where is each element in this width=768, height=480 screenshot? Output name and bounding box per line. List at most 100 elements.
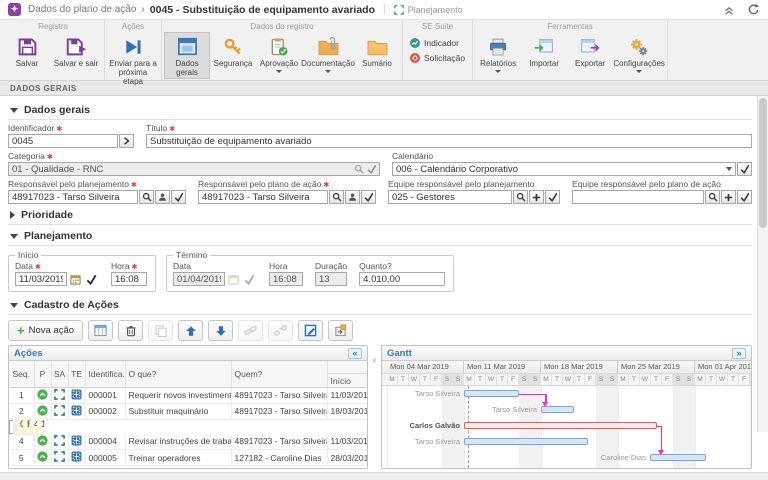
calendario-select[interactable]: 006 - Calendário Corporativo	[392, 162, 736, 176]
panel-splitter[interactable]: ‹	[368, 345, 381, 469]
edit-action-button[interactable]	[298, 320, 323, 341]
table-row[interactable]: 3 000003 Revisar política de mantenção 4…	[9, 420, 34, 434]
equipe-plano-input[interactable]	[572, 190, 704, 204]
inicio-hora-input[interactable]	[111, 272, 147, 286]
breadcrumb[interactable]: Dados do plano de ação	[28, 4, 136, 15]
documentacao-button[interactable]: Documentação	[302, 32, 354, 75]
apply-check-icon	[367, 164, 377, 174]
priority-icon	[37, 451, 48, 462]
copy-icon	[154, 324, 167, 337]
gantt-day-label: T	[398, 374, 409, 385]
resp-planejamento-user-button[interactable]	[155, 190, 170, 204]
titulo-input[interactable]	[146, 134, 752, 148]
section-dados-gerais[interactable]: Dados gerais	[8, 100, 752, 120]
tab-dados-gerais[interactable]: DADOS GERAIS	[10, 84, 77, 93]
table-row[interactable]: 1 000001 Requerir novos investimentos 48…	[9, 387, 367, 403]
resp-planejamento-search-button[interactable]	[139, 190, 154, 204]
workflow-step-label: Planejamento	[408, 5, 463, 15]
table-row[interactable]: 2 000002 Substituir maquinário 48917023 …	[9, 403, 367, 419]
aprovacao-button[interactable]: Aprovação	[256, 32, 302, 75]
col-identificador[interactable]: Identifica...	[85, 361, 125, 387]
vertical-scrollbar[interactable]	[757, 96, 768, 432]
configuracoes-button[interactable]: Configurações	[613, 32, 665, 75]
delete-action-button[interactable]	[118, 320, 143, 341]
dados-gerais-button[interactable]: Dados gerais	[164, 32, 210, 79]
gantt-bar[interactable]	[541, 406, 574, 413]
move-up-button[interactable]	[178, 320, 203, 341]
col-p[interactable]: P	[34, 361, 51, 387]
section-prioridade[interactable]: Prioridade	[8, 205, 752, 225]
resp-planejamento-apply-button[interactable]	[171, 190, 186, 204]
equipe-plano-add-button[interactable]	[721, 190, 736, 204]
resp-plano-user-button[interactable]	[345, 190, 360, 204]
save-icon	[17, 35, 38, 58]
cell-p	[34, 387, 51, 403]
salvar-button[interactable]: Salvar	[4, 32, 50, 70]
clipboard-check-icon	[269, 35, 289, 58]
resp-planejamento-input[interactable]	[8, 190, 138, 204]
equipe-planejamento-apply-button[interactable]	[545, 190, 560, 204]
collapse-triangle-icon	[10, 303, 18, 308]
collapse-toolbar-icon[interactable]	[723, 4, 735, 16]
equipe-plano-apply-button[interactable]	[737, 190, 752, 204]
resp-plano-apply-button[interactable]	[361, 190, 376, 204]
col-quem[interactable]: Quem?	[231, 361, 327, 387]
identificador-expand-button[interactable]	[119, 134, 134, 148]
calendario-apply-button[interactable]	[737, 162, 752, 176]
exportar-button[interactable]: Exportar	[567, 32, 613, 70]
col-te[interactable]: TE	[68, 361, 85, 387]
gantt-bar[interactable]	[650, 454, 706, 461]
table-row[interactable]: 5 000005 Treinar operadores 127182 - Car…	[9, 450, 367, 466]
termino-hora-input	[269, 272, 303, 286]
seguranca-button[interactable]: Segurança	[210, 32, 256, 70]
splitter-collapse-icon[interactable]: ‹	[373, 355, 376, 365]
section-cadastro-acoes[interactable]: Cadastro de Ações	[8, 295, 752, 315]
gantt-day-label: T	[475, 374, 486, 385]
equipe-planejamento-add-button[interactable]	[529, 190, 544, 204]
table-row[interactable]: 4 000004 Revisar instruções de trabalho …	[9, 434, 367, 450]
expand-triangle-icon	[10, 211, 15, 219]
scrollbar-thumb[interactable]	[759, 98, 767, 228]
associate-action-button[interactable]	[328, 320, 353, 341]
expand-panel-button[interactable]: »	[732, 348, 746, 359]
grid-icon	[94, 324, 107, 337]
gantt-bar[interactable]	[464, 422, 657, 429]
action-grid-button[interactable]	[88, 320, 113, 341]
col-o-que[interactable]: O que?	[125, 361, 231, 387]
col-sa[interactable]: SA	[51, 361, 68, 387]
resp-plano-input[interactable]	[198, 190, 328, 204]
col-inicio[interactable]: Início	[327, 361, 367, 387]
col-seq[interactable]: Seq.	[9, 361, 34, 387]
section-planejamento[interactable]: Planejamento	[8, 226, 752, 246]
relatorios-button[interactable]: Relatórios	[475, 32, 521, 75]
inicio-calendar-button[interactable]	[68, 272, 83, 286]
gantt-bar[interactable]	[464, 438, 588, 445]
move-down-button[interactable]	[208, 320, 233, 341]
enviar-proxima-etapa-button[interactable]: Enviar para a próxima etapa	[107, 32, 159, 89]
nova-acao-button[interactable]: +Nova ação	[8, 320, 83, 341]
resp-plano-search-button[interactable]	[329, 190, 344, 204]
cell-what: Treinar operadores	[125, 450, 231, 466]
inicio-data-input[interactable]	[15, 272, 67, 286]
identificador-input[interactable]	[8, 134, 118, 148]
solicitacao-button[interactable]: Solicitação	[410, 53, 465, 63]
ribbon-group-label: SE Suite	[403, 20, 472, 32]
importar-button[interactable]: Importar	[521, 32, 567, 70]
inicio-apply-button[interactable]	[84, 272, 99, 286]
equipe-planejamento-input[interactable]	[388, 190, 512, 204]
resp-plano-label: Responsável pelo plano de ação✱	[198, 179, 376, 189]
collapse-panel-button[interactable]: «	[348, 348, 362, 359]
sumario-button[interactable]: Sumário	[354, 32, 400, 70]
plus-icon: +	[17, 326, 25, 336]
gantt-chart-body[interactable]: Tarso SilveiraTarso SilveiraCarlos Galvã…	[382, 386, 751, 468]
apply-check-icon	[364, 192, 374, 202]
equipe-planejamento-search-button[interactable]	[513, 190, 528, 204]
titlebar: ✦ Dados do plano de ação › 0045 - Substi…	[0, 0, 768, 20]
gantt-bar[interactable]	[464, 390, 519, 397]
salvar-e-sair-button[interactable]: Salvar e sair	[50, 32, 102, 70]
indicador-button[interactable]: Indicador	[410, 38, 465, 48]
workflow-icon	[394, 5, 404, 15]
equipe-plano-search-button[interactable]	[705, 190, 720, 204]
printer-icon	[488, 35, 508, 58]
refresh-icon[interactable]	[747, 3, 760, 16]
